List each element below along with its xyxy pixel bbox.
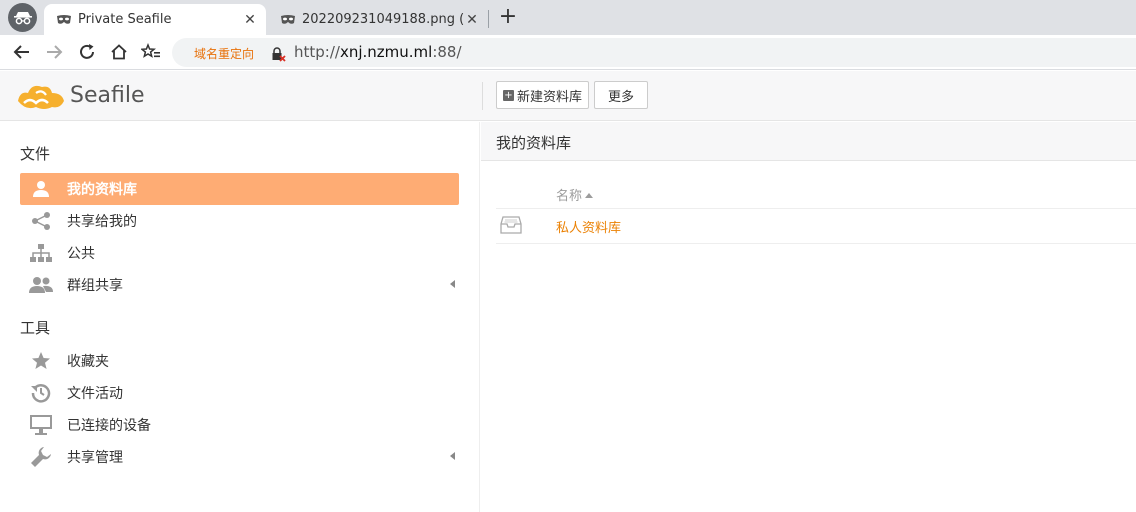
monitor-icon <box>28 414 54 436</box>
wrench-icon <box>28 446 54 468</box>
close-tab-icon[interactable]: ✕ <box>464 12 480 28</box>
app-header: Seafile + 新建资料库 更多 <box>0 71 1136 121</box>
mask-favicon-icon <box>281 14 295 24</box>
tab-title: 202209231049188.png (453 <box>302 12 464 27</box>
header-divider <box>482 82 483 110</box>
sidebar-item-label: 公共 <box>67 246 95 262</box>
sidebar-item-linked-devices[interactable]: 已连接的设备 <box>20 409 459 441</box>
tab-image-png[interactable]: 202209231049188.png (453 ✕ <box>268 4 488 35</box>
sitemap-icon <box>28 242 54 264</box>
sidebar-item-label: 共享给我的 <box>67 214 137 230</box>
share-icon <box>28 210 54 232</box>
redirect-label[interactable]: 域名重定向 <box>194 45 254 62</box>
table-row-divider <box>496 243 1136 244</box>
sidebar-item-file-activity[interactable]: 文件活动 <box>20 377 459 409</box>
tab-separator <box>488 10 489 28</box>
sidebar-item-label: 群组共享 <box>67 278 123 294</box>
sidebar-item-group-shares[interactable]: 群组共享 <box>20 269 459 301</box>
insecure-lock-icon[interactable] <box>270 46 286 62</box>
library-icon <box>500 216 522 234</box>
address-bar[interactable]: 域名重定向 http://xnj.nzmu.ml:88/ <box>172 38 1136 67</box>
forward-button[interactable] <box>44 42 64 62</box>
plus-square-icon: + <box>503 89 514 101</box>
column-header-name[interactable]: 名称 <box>556 185 594 204</box>
page-title: 我的资料库 <box>496 134 572 152</box>
incognito-icon[interactable] <box>8 3 37 32</box>
reload-button[interactable] <box>77 42 97 62</box>
mask-favicon-icon <box>57 14 71 24</box>
reload-icon <box>80 44 94 59</box>
tab-title: Private Seafile <box>78 12 172 27</box>
tools-section-title: 工具 <box>20 319 51 337</box>
sidebar-item-public[interactable]: 公共 <box>20 237 459 269</box>
main-title-bar: 我的资料库 <box>481 122 1136 161</box>
expand-caret-icon[interactable] <box>450 452 455 460</box>
new-library-button[interactable]: + 新建资料库 <box>496 81 589 109</box>
new-library-label: 新建资料库 <box>517 89 583 105</box>
history-icon <box>28 382 54 404</box>
star-icon <box>28 350 54 372</box>
logo-text: Seafile <box>70 82 145 108</box>
sidebar-item-label: 已连接的设备 <box>67 418 151 434</box>
sidebar-item-label: 我的资料库 <box>67 182 137 198</box>
seafile-logo-icon <box>18 85 64 109</box>
sidebar-item-share-admin[interactable]: 共享管理 <box>20 441 459 473</box>
new-tab-button[interactable]: + <box>498 6 518 28</box>
sidebar-item-label: 文件活动 <box>67 386 123 402</box>
sidebar-item-label: 收藏夹 <box>67 354 109 370</box>
forward-arrow-icon <box>47 45 63 59</box>
library-name-link[interactable]: 私人资料库 <box>556 217 621 236</box>
browser-tab-strip: Private Seafile ✕ 202209231049188.png (4… <box>0 0 1136 35</box>
user-icon <box>28 178 54 200</box>
browser-toolbar: 域名重定向 http://xnj.nzmu.ml:88/ <box>0 35 1136 70</box>
files-section-title: 文件 <box>20 145 51 163</box>
url-text: http://xnj.nzmu.ml:88/ <box>294 43 462 61</box>
home-icon <box>111 44 127 60</box>
sidebar-item-shared-with-me[interactable]: 共享给我的 <box>20 205 459 237</box>
star-list-icon <box>141 43 160 58</box>
more-label: 更多 <box>607 89 634 105</box>
seafile-logo[interactable]: Seafile <box>16 79 145 111</box>
back-arrow-icon <box>13 45 29 59</box>
favorites-button[interactable] <box>141 42 161 62</box>
home-button[interactable] <box>109 42 129 62</box>
expand-caret-icon[interactable] <box>450 280 455 288</box>
close-tab-icon[interactable]: ✕ <box>242 12 258 28</box>
table-header-divider <box>496 208 1136 209</box>
sidebar-item-my-libraries[interactable]: 我的资料库 <box>20 173 459 205</box>
group-icon <box>28 274 54 296</box>
back-button[interactable] <box>12 42 32 62</box>
sidebar: 文件 我的资料库 共享给我的 公共 群组共享 工具 收藏夹 文件活动 已连接的设… <box>0 122 480 512</box>
sort-ascending-icon <box>585 193 594 198</box>
sidebar-item-favorites[interactable]: 收藏夹 <box>20 345 459 377</box>
more-button[interactable]: 更多 <box>594 81 648 109</box>
sidebar-item-label: 共享管理 <box>67 450 123 466</box>
tab-private-seafile[interactable]: Private Seafile ✕ <box>44 4 266 35</box>
